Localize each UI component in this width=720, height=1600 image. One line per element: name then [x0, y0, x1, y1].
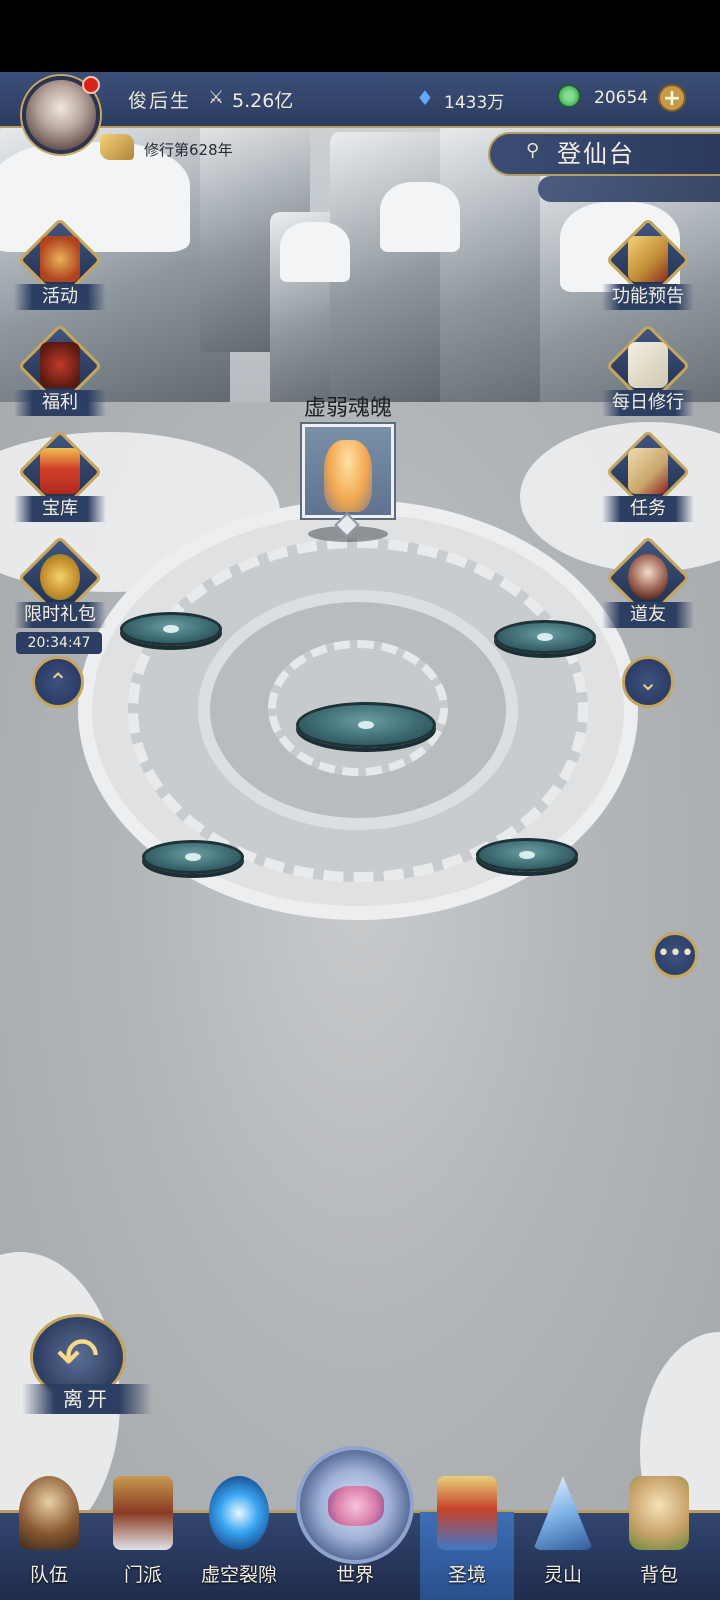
location-pin-icon: ⚲ — [526, 140, 540, 161]
gift-countdown: 20:34:47 — [16, 632, 102, 654]
menu-label: 福利 — [14, 390, 106, 416]
money-bag-icon — [40, 554, 80, 600]
menu-treasury-button[interactable]: 宝库 — [14, 429, 106, 528]
disc-rune-icon — [519, 851, 535, 859]
nav-label: 队伍 — [29, 1564, 68, 1586]
menu-daily-button[interactable]: 每日修行 — [602, 323, 694, 422]
chevron-up-icon: ⌃ — [47, 668, 69, 696]
nav-label: 圣境 — [447, 1564, 486, 1586]
nav-label: 门派 — [123, 1564, 162, 1586]
scroll-icon — [628, 236, 668, 282]
return-arrow-icon: ↶ — [56, 1327, 100, 1387]
nav-label: 灵山 — [543, 1564, 582, 1586]
location-plate-shadow — [538, 176, 720, 202]
menu-label: 任务 — [602, 496, 694, 522]
expand-right-menu-button[interactable]: ⌄ — [622, 656, 674, 708]
menu-label: 功能预告 — [602, 284, 694, 310]
chevron-down-icon: ⌄ — [637, 668, 659, 696]
nav-world-button[interactable] — [296, 1446, 414, 1564]
menu-activity-button[interactable]: 活动 — [14, 217, 106, 316]
status-bar — [0, 0, 720, 72]
jade-amount: 20654 — [594, 88, 649, 108]
location-name: 登仙台 — [557, 140, 635, 168]
formation-disc-bottom-right[interactable] — [476, 838, 578, 872]
nav-label: 背包 — [639, 1564, 678, 1586]
armor-icon — [40, 342, 80, 388]
player-power: 5.26亿 — [232, 90, 294, 112]
formation-disc-center[interactable] — [296, 702, 436, 748]
disc-rune-icon — [537, 633, 553, 641]
recharge-plus-button[interactable]: + — [658, 84, 686, 112]
companion-portrait-icon — [628, 554, 668, 600]
menu-label: 道友 — [602, 602, 694, 628]
nav-void-rift[interactable]: 虚空裂隙 — [196, 1476, 282, 1600]
chat-button[interactable]: ••• — [652, 932, 698, 978]
world-orb-icon — [328, 1486, 384, 1526]
backpack-icon — [629, 1476, 689, 1550]
cultivation-year: 修行第628年 — [144, 141, 233, 159]
nav-backpack[interactable]: 背包 — [616, 1476, 702, 1600]
leave-label: 离开 — [22, 1384, 152, 1414]
treasure-chest-icon — [40, 448, 80, 494]
menu-label: 活动 — [14, 284, 106, 310]
formation-disc-bottom-left[interactable] — [142, 840, 244, 874]
menu-label: 宝库 — [14, 496, 106, 522]
sect-pavilion-icon — [113, 1476, 173, 1550]
enemy-name: 虚弱魂魄 — [303, 396, 392, 421]
menu-label: 每日修行 — [602, 390, 694, 416]
spirit-stone-amount: 1433万 — [444, 93, 505, 113]
player-name: 俊后生 — [128, 90, 192, 112]
book-icon — [628, 342, 668, 388]
nav-holy-realm[interactable]: 圣境 — [424, 1476, 510, 1600]
spirit-mountain-icon — [533, 1476, 593, 1550]
menu-limited-gift-button[interactable]: 限时礼包 — [14, 535, 106, 634]
menu-companion-button[interactable]: 道友 — [602, 535, 694, 634]
ghost-soul-icon — [324, 440, 372, 512]
notification-dot — [82, 76, 100, 94]
nav-team[interactable]: 队伍 — [6, 1476, 92, 1600]
disc-rune-icon — [163, 625, 179, 633]
spirit-stone-icon: ♦ — [416, 86, 434, 110]
snow-cap-1 — [280, 222, 350, 282]
collapse-left-menu-button[interactable]: ⌃ — [32, 656, 84, 708]
jade-icon — [557, 84, 581, 108]
chat-bubble-icon: ••• — [657, 941, 694, 966]
nav-sect[interactable]: 门派 — [100, 1476, 186, 1600]
cultivation-badge-icon — [100, 134, 134, 160]
menu-label: 限时礼包 — [14, 602, 106, 628]
lantern-icon — [40, 236, 80, 282]
disc-rune-icon — [358, 721, 374, 729]
quest-scroll-icon — [628, 448, 668, 494]
formation-disc-top-right[interactable] — [494, 620, 596, 654]
formation-disc-top-left[interactable] — [120, 612, 222, 646]
void-rift-icon — [209, 1476, 269, 1550]
menu-welfare-button[interactable]: 福利 — [14, 323, 106, 422]
menu-quest-button[interactable]: 任务 — [602, 429, 694, 528]
team-icon — [19, 1476, 79, 1550]
nav-spirit-mountain[interactable]: 灵山 — [520, 1476, 606, 1600]
combat-power-icon: ⚔ — [208, 87, 225, 108]
nav-label: 虚空裂隙 — [200, 1564, 277, 1586]
holy-realm-icon — [437, 1476, 497, 1550]
nav-world-label: 世界 — [335, 1564, 374, 1586]
menu-preview-button[interactable]: 功能预告 — [602, 217, 694, 316]
disc-rune-icon — [185, 853, 201, 861]
snow-cap-2 — [380, 182, 460, 252]
